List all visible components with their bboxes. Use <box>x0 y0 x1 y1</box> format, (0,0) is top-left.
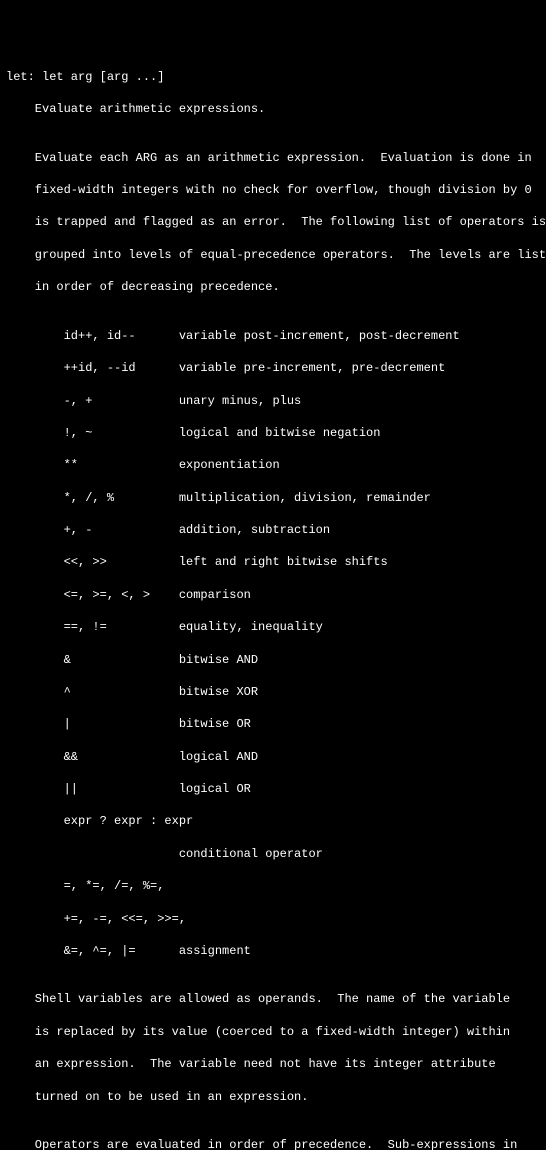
para2-line: turned on to be used in an expression. <box>6 1089 540 1105</box>
operator-row: id++, id-- variable post-increment, post… <box>6 328 540 344</box>
operator-row: &=, ^=, |= assignment <box>6 943 540 959</box>
operator-row: -, + unary minus, plus <box>6 393 540 409</box>
operator-row: conditional operator <box>6 846 540 862</box>
operator-row: <<, >> left and right bitwise shifts <box>6 554 540 570</box>
operator-row: *, /, % multiplication, division, remain… <box>6 490 540 506</box>
operator-row: =, *=, /=, %=, <box>6 878 540 894</box>
para2-line: is replaced by its value (coerced to a f… <box>6 1024 540 1040</box>
para1-line: Evaluate each ARG as an arithmetic expre… <box>6 150 540 166</box>
operator-row: && logical AND <box>6 749 540 765</box>
para1-line: fixed-width integers with no check for o… <box>6 182 540 198</box>
operator-row: !, ~ logical and bitwise negation <box>6 425 540 441</box>
operator-row: ** exponentiation <box>6 457 540 473</box>
help-header: let: let arg [arg ...] <box>6 69 540 85</box>
operator-row: <=, >=, <, > comparison <box>6 587 540 603</box>
operator-row: +, - addition, subtraction <box>6 522 540 538</box>
operator-row: | bitwise OR <box>6 716 540 732</box>
para2-line: Shell variables are allowed as operands.… <box>6 991 540 1007</box>
operator-row: & bitwise AND <box>6 652 540 668</box>
para1-line: in order of decreasing precedence. <box>6 279 540 295</box>
para1-line: is trapped and flagged as an error. The … <box>6 214 540 230</box>
operator-row: ++id, --id variable pre-increment, pre-d… <box>6 360 540 376</box>
operator-row: ==, != equality, inequality <box>6 619 540 635</box>
operator-row: ^ bitwise XOR <box>6 684 540 700</box>
para1-line: grouped into levels of equal-precedence … <box>6 247 540 263</box>
operator-row: +=, -=, <<=, >>=, <box>6 911 540 927</box>
intro-line: Evaluate arithmetic expressions. <box>6 101 540 117</box>
para3-line: Operators are evaluated in order of prec… <box>6 1137 540 1150</box>
operator-row: expr ? expr : expr <box>6 813 540 829</box>
para2-line: an expression. The variable need not hav… <box>6 1056 540 1072</box>
operator-row: || logical OR <box>6 781 540 797</box>
